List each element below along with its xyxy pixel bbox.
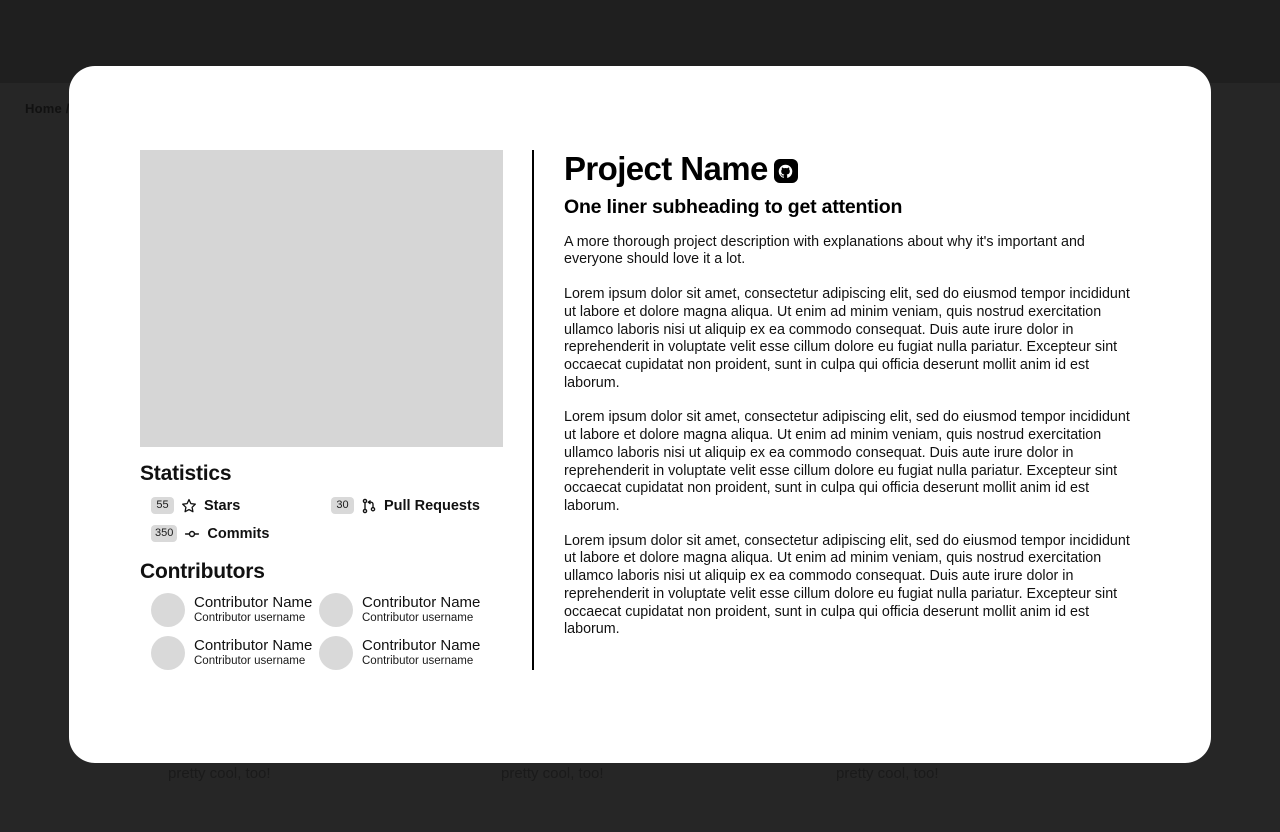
body-paragraph: Lorem ipsum dolor sit amet, consectetur …	[564, 286, 1130, 391]
stat-count-badge: 55	[151, 497, 174, 514]
stat-label: Pull Requests	[384, 497, 480, 514]
stat-pull-requests[interactable]: 30 Pull Requests	[331, 494, 511, 517]
statistics-heading: Statistics	[140, 462, 232, 485]
contributors-heading: Contributors	[140, 560, 265, 583]
commit-icon	[184, 526, 200, 542]
contributor-name: Contributor Name	[362, 637, 481, 655]
contributor-text: Contributor Name Contributor username	[362, 637, 481, 668]
pull-request-icon	[361, 498, 377, 514]
contributor-username: Contributor username	[194, 611, 306, 624]
contributor-text: Contributor Name Contributor username	[194, 594, 313, 625]
contributor-item[interactable]: Contributor Name Contributor username	[151, 636, 319, 670]
stat-count-badge: 350	[151, 525, 178, 542]
avatar	[319, 636, 353, 670]
contributors-grid: Contributor Name Contributor username Co…	[151, 593, 503, 670]
contributor-text: Contributor Name Contributor username	[194, 637, 313, 668]
stat-label: Commits	[207, 525, 270, 542]
github-icon[interactable]	[773, 159, 798, 184]
contributor-text: Contributor Name Contributor username	[362, 594, 481, 625]
stat-label: Stars	[204, 497, 241, 514]
contributor-username: Contributor username	[362, 611, 474, 624]
page-title: Project Name	[564, 150, 768, 187]
stat-commits[interactable]: 350 Commits	[151, 522, 331, 545]
background-card-note: pretty cool, too!	[836, 765, 939, 782]
avatar	[151, 593, 185, 627]
avatar	[151, 636, 185, 670]
contributor-item[interactable]: Contributor Name Contributor username	[151, 593, 319, 627]
stat-count-badge: 30	[331, 497, 354, 514]
page-subheading: One liner subheading to get attention	[564, 195, 903, 218]
avatar	[319, 593, 353, 627]
modal-body: Statistics 55 Stars 30 Pull Requests 350…	[140, 150, 1140, 670]
star-icon	[181, 498, 197, 514]
contributor-name: Contributor Name	[362, 594, 481, 612]
title-row: Project Name	[564, 150, 1140, 187]
background-card-note: pretty cool, too!	[168, 765, 271, 782]
contributor-username: Contributor username	[362, 654, 474, 667]
project-description: A more thorough project description with…	[564, 233, 1085, 268]
background-card-note: pretty cool, too!	[501, 765, 604, 782]
project-image-placeholder	[140, 150, 503, 447]
breadcrumb[interactable]: Home /	[25, 101, 70, 116]
stat-stars[interactable]: 55 Stars	[151, 494, 331, 517]
left-column: Statistics 55 Stars 30 Pull Requests 350…	[140, 150, 503, 670]
project-detail-modal: Statistics 55 Stars 30 Pull Requests 350…	[69, 66, 1211, 763]
column-divider	[532, 150, 534, 670]
statistics-grid: 55 Stars 30 Pull Requests 350 Commits	[151, 494, 503, 545]
contributor-name: Contributor Name	[194, 594, 313, 612]
right-column: Project Name One liner subheading to get…	[564, 150, 1140, 670]
body-paragraph: Lorem ipsum dolor sit amet, consectetur …	[564, 532, 1130, 638]
contributor-username: Contributor username	[194, 654, 306, 667]
contributor-name: Contributor Name	[194, 637, 313, 655]
body-paragraph: Lorem ipsum dolor sit amet, consectetur …	[564, 409, 1130, 514]
contributor-item[interactable]: Contributor Name Contributor username	[319, 636, 487, 670]
contributor-item[interactable]: Contributor Name Contributor username	[319, 593, 487, 627]
